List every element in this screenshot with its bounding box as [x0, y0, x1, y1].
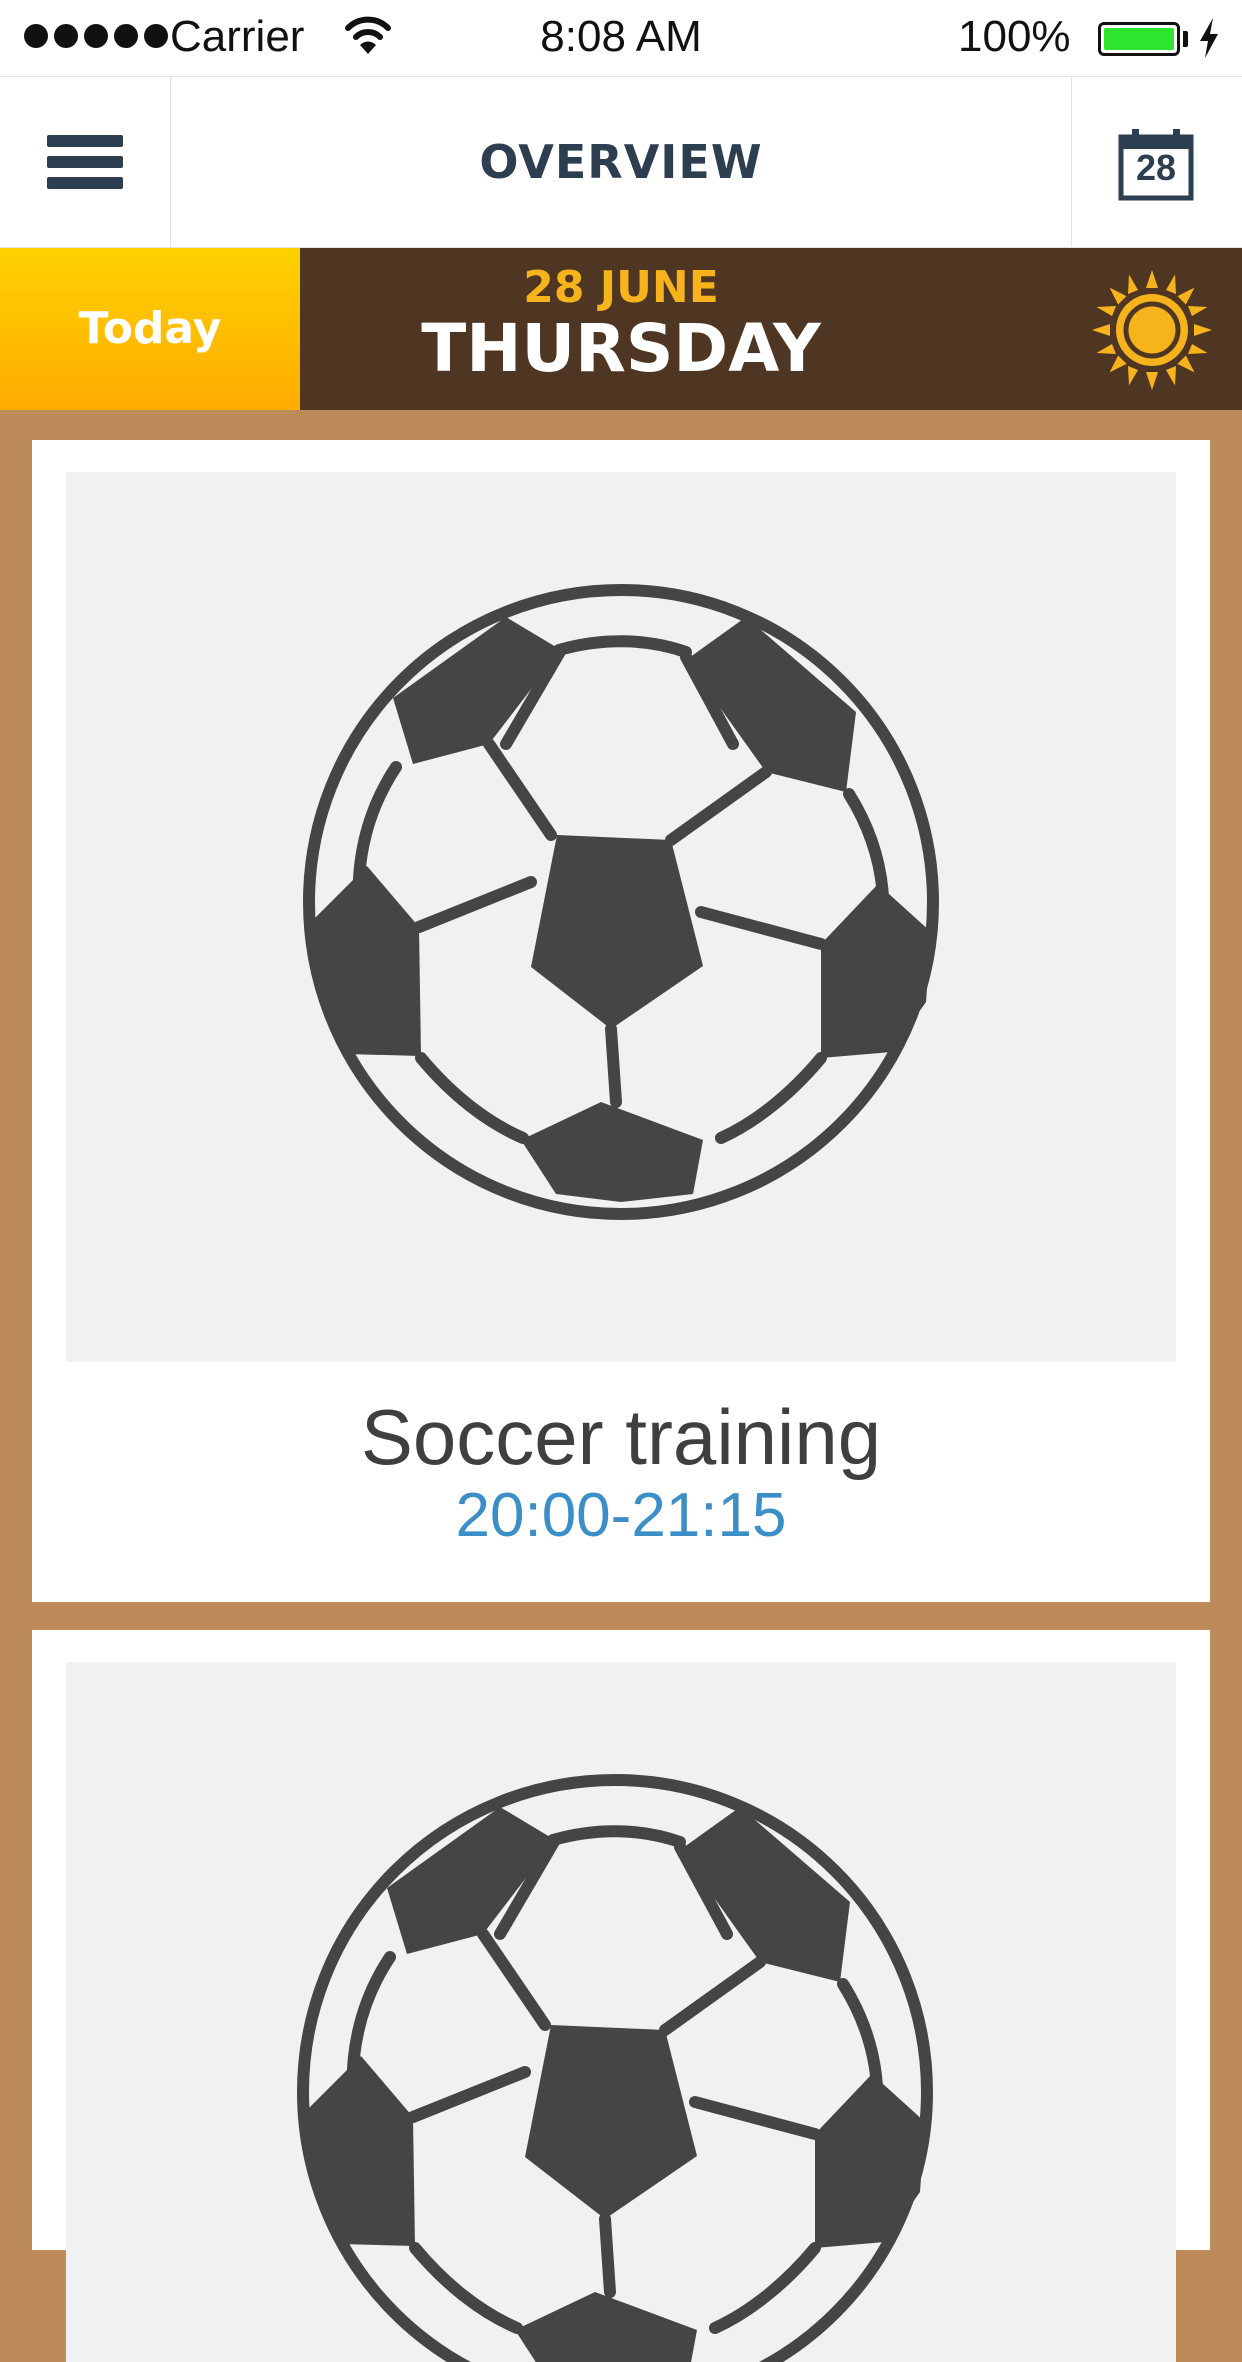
- battery-fill: [1104, 28, 1174, 50]
- date-banner: Today 28 JUNE THURSDAY: [0, 248, 1242, 410]
- event-card[interactable]: [32, 1630, 1210, 2362]
- battery-icon: [1098, 22, 1180, 56]
- event-image: [66, 1662, 1176, 2362]
- calendar-button[interactable]: 28: [1071, 77, 1242, 247]
- weekday-label: THURSDAY: [421, 310, 821, 387]
- event-time: 20:00-21:15: [455, 1481, 787, 1550]
- soccer-ball-icon: [297, 1774, 933, 2362]
- sun-icon: [1092, 270, 1212, 390]
- lightning-bolt-icon: [1200, 18, 1218, 58]
- today-button[interactable]: Today: [0, 248, 300, 410]
- event-title: Soccer training: [360, 1393, 882, 1481]
- nav-bar: OVERVIEW 28: [0, 76, 1242, 248]
- calendar-day: 28: [1135, 147, 1177, 188]
- event-image: [66, 472, 1176, 1362]
- menu-button[interactable]: [0, 77, 171, 247]
- event-card[interactable]: Soccer training 20:00-21:15: [32, 440, 1210, 1602]
- soccer-ball-icon: [303, 584, 939, 1220]
- status-bar: Carrier 8:08 AM 100%: [0, 0, 1242, 76]
- page-title: OVERVIEW: [479, 135, 763, 189]
- battery-nub: [1183, 31, 1188, 47]
- date-label: 28 JUNE: [523, 262, 719, 313]
- battery-percent: 100%: [958, 12, 1071, 61]
